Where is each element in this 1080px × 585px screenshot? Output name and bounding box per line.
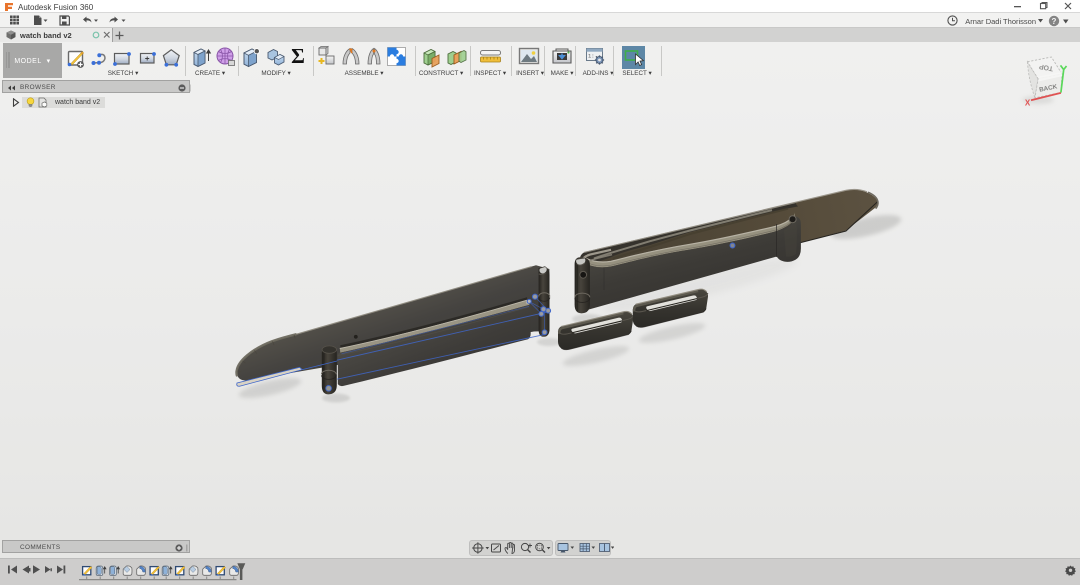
- svg-text:X: X: [1025, 99, 1031, 108]
- svg-text:Σ: Σ: [291, 44, 305, 68]
- svg-text:?: ?: [1052, 17, 1057, 26]
